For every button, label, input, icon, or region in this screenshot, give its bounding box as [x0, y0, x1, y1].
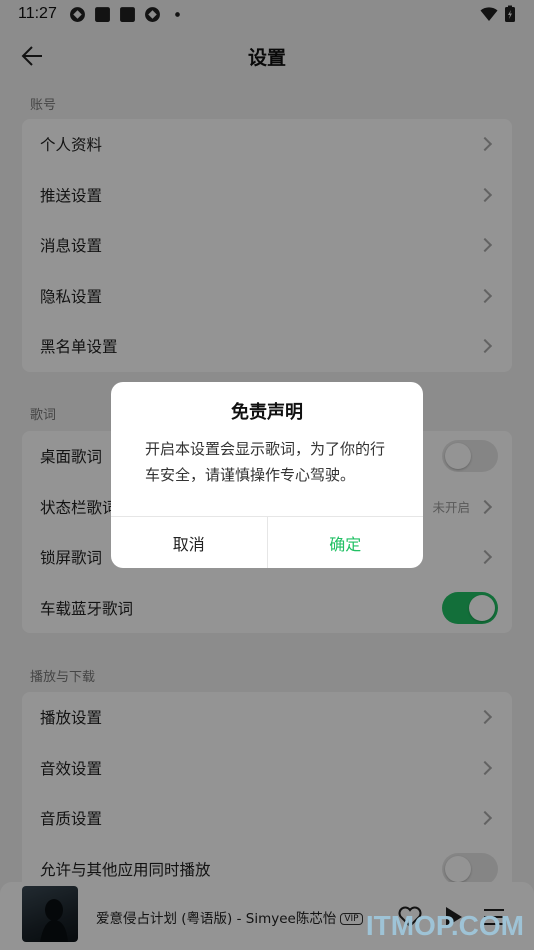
watermark: ITMOP.COM — [365, 910, 524, 941]
confirm-button[interactable]: 确定 — [266, 517, 424, 568]
disclaimer-dialog: 免责声明 开启本设置会显示歌词，为了你的行车安全，请谨慎操作专心驾驶。 取消 确… — [111, 382, 423, 568]
dialog-buttons: 取消 确定 — [111, 516, 423, 568]
cancel-button[interactable]: 取消 — [111, 517, 267, 568]
dialog-title: 免责声明 — [231, 402, 303, 423]
dialog-message: 开启本设置会显示歌词，为了你的行车安全，请谨慎操作专心驾驶。 — [145, 440, 386, 484]
